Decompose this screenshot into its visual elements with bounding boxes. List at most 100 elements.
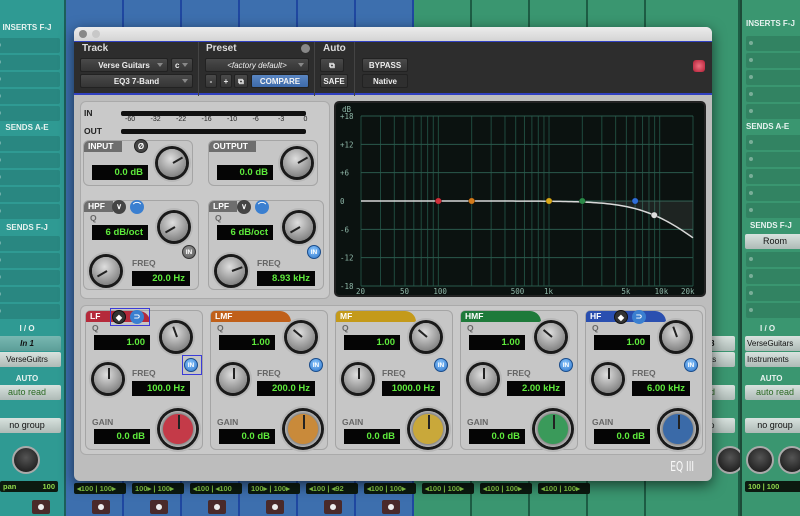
preset-librarian-icon[interactable]: ⧉	[234, 74, 248, 88]
minimize-window-button[interactable]	[92, 30, 100, 38]
record-button[interactable]	[266, 500, 284, 514]
hpf-slope-display[interactable]: 6 dB/oct	[92, 225, 148, 240]
send-slot[interactable]	[746, 303, 800, 318]
send-slot[interactable]	[746, 269, 800, 284]
send-slot[interactable]	[0, 153, 60, 168]
output-gain-knob[interactable]	[283, 149, 311, 177]
mf-q-knob[interactable]	[412, 323, 440, 351]
send-slot[interactable]	[0, 287, 60, 302]
hf-freq-knob[interactable]	[594, 365, 622, 393]
input-selector[interactable]: VerseGuitars	[745, 336, 800, 351]
eq-frequency-graph[interactable]: +18 +12 +6 0 -6 -12 -18 dB 20 50 100 500 1k 5k 10k 20k	[334, 101, 706, 297]
hf-gain-display[interactable]: 0.0 dB	[594, 429, 650, 444]
send-slot[interactable]	[746, 286, 800, 301]
lmf-freq-knob[interactable]	[219, 365, 247, 393]
lpf-slope-display[interactable]: 6 dB/oct	[217, 225, 273, 240]
hf-q-knob[interactable]	[662, 323, 690, 351]
hmf-gain-display[interactable]: 0.0 dB	[469, 429, 525, 444]
hf-peak-shape-icon[interactable]: ◆	[614, 310, 628, 324]
hpf-q-knob[interactable]	[160, 213, 188, 241]
preset-previous-button[interactable]: -	[205, 74, 217, 88]
send-slot[interactable]	[0, 136, 60, 151]
lpf-slope-icon[interactable]: ⌒	[255, 200, 269, 214]
phase-invert-button[interactable]: Ø	[134, 139, 148, 153]
record-button[interactable]	[208, 500, 226, 514]
send-slot[interactable]	[0, 204, 60, 219]
lpf-q-knob[interactable]	[285, 213, 313, 241]
output-selector[interactable]: VerseGuitrs	[0, 352, 61, 367]
hf-freq-display[interactable]: 6.00 kHz	[632, 381, 690, 396]
channel-selector[interactable]: c	[171, 58, 193, 72]
lf-q-knob[interactable]	[162, 323, 190, 351]
mf-in-button[interactable]: IN	[434, 358, 448, 372]
plugin-close-icon[interactable]	[693, 60, 705, 72]
pan-knob-left[interactable]	[746, 446, 774, 474]
input-selector[interactable]: In 1	[0, 336, 61, 351]
preset-selector[interactable]: <factory default>	[205, 58, 309, 72]
lpf-freq-knob[interactable]	[217, 257, 245, 285]
input-gain-display[interactable]: 0.0 dB	[92, 165, 148, 180]
record-button[interactable]	[150, 500, 168, 514]
mf-q-display[interactable]: 1.00	[344, 335, 400, 350]
send-slot[interactable]	[0, 187, 60, 202]
send-slot[interactable]	[0, 236, 60, 251]
hmf-q-display[interactable]: 1.00	[469, 335, 525, 350]
insert-slot[interactable]	[746, 53, 800, 68]
hf-shelf-shape-icon[interactable]: ⊃	[632, 310, 646, 324]
insert-slot[interactable]	[746, 104, 800, 119]
hf-q-display[interactable]: 1.00	[594, 335, 650, 350]
lpf-notch-icon[interactable]: ∨	[237, 200, 251, 214]
insert-slot[interactable]	[0, 106, 60, 121]
lmf-gain-display[interactable]: 0.0 dB	[219, 429, 275, 444]
insert-slot[interactable]	[746, 87, 800, 102]
lmf-q-display[interactable]: 1.00	[219, 335, 275, 350]
automation-mode-selector[interactable]: auto read	[0, 385, 61, 400]
automation-window-icon[interactable]: ⧉	[320, 58, 344, 72]
hpf-notch-icon[interactable]: ∨	[112, 200, 126, 214]
lmf-gain-knob[interactable]	[285, 411, 321, 447]
close-window-button[interactable]	[79, 30, 87, 38]
lpf-freq-display[interactable]: 8.93 kHz	[257, 271, 315, 286]
send-slot[interactable]	[746, 252, 800, 267]
mf-freq-knob[interactable]	[344, 365, 372, 393]
lmf-freq-display[interactable]: 200.0 Hz	[257, 381, 315, 396]
mf-gain-display[interactable]: 0.0 dB	[344, 429, 400, 444]
send-slot[interactable]	[0, 170, 60, 185]
send-slot[interactable]	[746, 203, 800, 218]
mf-freq-display[interactable]: 1000.0 Hz	[382, 381, 440, 396]
insert-slot[interactable]	[0, 55, 60, 70]
send-slot[interactable]	[0, 253, 60, 268]
record-button[interactable]	[324, 500, 342, 514]
send-slot[interactable]	[746, 135, 800, 150]
pan-knob-right[interactable]	[778, 446, 800, 474]
hmf-freq-display[interactable]: 2.00 kHz	[507, 381, 565, 396]
insert-slot[interactable]	[746, 36, 800, 51]
record-button[interactable]	[32, 500, 50, 514]
lf-gain-display[interactable]: 0.0 dB	[94, 429, 150, 444]
track-selector[interactable]: Verse Guitars	[80, 58, 168, 72]
insert-slot[interactable]	[746, 70, 800, 85]
lmf-q-knob[interactable]	[287, 323, 315, 351]
hmf-freq-knob[interactable]	[469, 365, 497, 393]
hmf-gain-knob[interactable]	[535, 411, 571, 447]
lf-freq-display[interactable]: 100.0 Hz	[132, 381, 190, 396]
insert-slot[interactable]	[0, 89, 60, 104]
compare-button[interactable]: COMPARE	[251, 74, 309, 88]
mf-gain-knob[interactable]	[410, 411, 446, 447]
hf-in-button[interactable]: IN	[684, 358, 698, 372]
bypass-button[interactable]: BYPASS	[362, 58, 408, 72]
hpf-freq-knob[interactable]	[92, 257, 120, 285]
lmf-in-button[interactable]: IN	[309, 358, 323, 372]
safe-button[interactable]: SAFE	[320, 74, 348, 88]
lpf-in-button[interactable]: IN	[307, 245, 321, 259]
output-selector[interactable]: Instruments	[745, 352, 800, 367]
group-selector[interactable]: no group	[745, 418, 800, 433]
send-slot[interactable]	[746, 186, 800, 201]
preset-menu-icon[interactable]	[301, 44, 310, 53]
hpf-in-button[interactable]: IN	[182, 245, 196, 259]
send-slot[interactable]	[746, 169, 800, 184]
plugin-selector[interactable]: EQ3 7-Band	[80, 74, 193, 88]
automation-mode-selector[interactable]: auto read	[745, 385, 800, 400]
hmf-in-button[interactable]: IN	[559, 358, 573, 372]
send-slot[interactable]	[746, 152, 800, 167]
